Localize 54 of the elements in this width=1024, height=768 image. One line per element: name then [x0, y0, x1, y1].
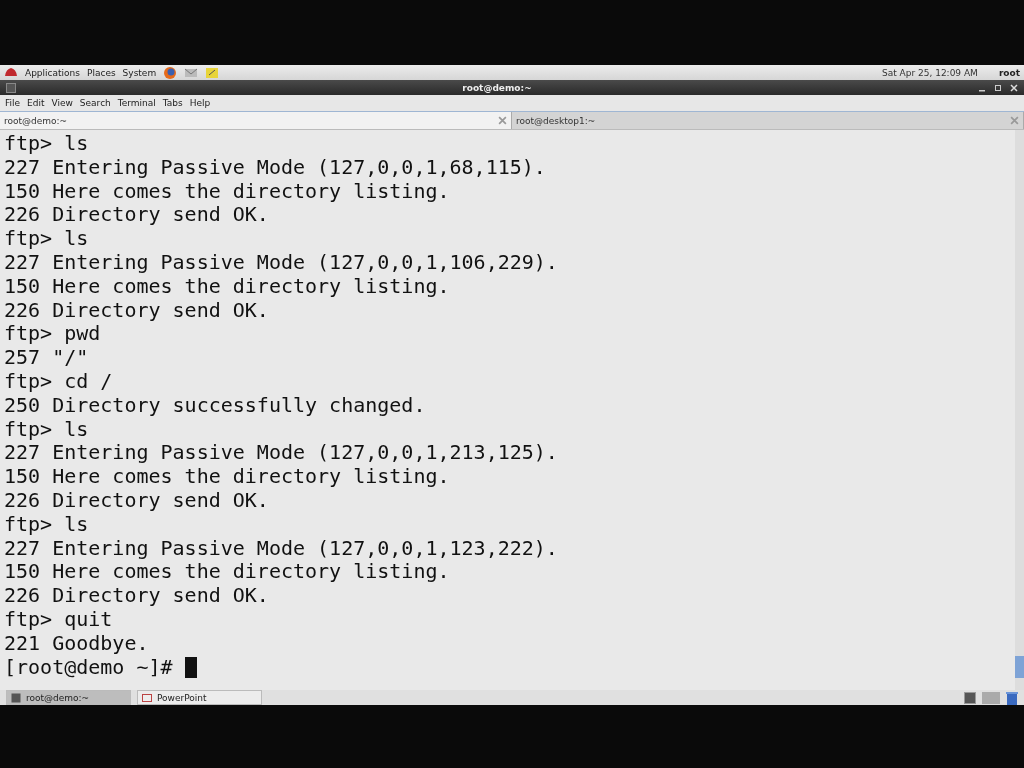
terminal-line: 226 Directory send OK.: [4, 203, 270, 228]
taskbar-item[interactable]: PowerPoint: [137, 690, 262, 705]
terminal-line: ftp> ls: [4, 512, 90, 537]
terminal-line: 227 Entering Passive Mode (127,0,0,1,213,125).: [4, 441, 559, 466]
terminal-tab[interactable]: root@demo:~: [0, 112, 512, 129]
terminal-line: 227 Entering Passive Mode (127,0,0,1,68,115).: [4, 155, 547, 180]
notepad-icon[interactable]: [205, 66, 220, 79]
document-icon: [142, 692, 152, 703]
globe-icon[interactable]: [163, 65, 178, 80]
panel-menu[interactable]: Places: [87, 67, 116, 78]
terminal-line: 150 Here comes the directory listing.: [4, 274, 451, 299]
terminal-icon[interactable]: [964, 691, 976, 704]
terminal-line: 150 Here comes the directory listing.: [4, 560, 451, 585]
menu-item[interactable]: Search: [79, 98, 111, 108]
trash-icon[interactable]: [1006, 690, 1018, 705]
taskbar-item[interactable]: root@demo:~: [6, 690, 131, 705]
terminal-line: 257 "/": [4, 346, 90, 370]
terminal-line: 227 Entering Passive Mode (127,0,0,1,123,222).: [4, 536, 559, 561]
menu-item[interactable]: Help: [189, 98, 211, 108]
menu-item[interactable]: Terminal: [117, 98, 156, 108]
panel-menu[interactable]: System: [122, 67, 157, 78]
terminal-line: 250 Directory successfully changed.: [4, 393, 427, 418]
window-title: root@demo:~: [461, 82, 533, 93]
menu-item[interactable]: File: [5, 98, 21, 108]
menu-item[interactable]: Tabs: [162, 98, 183, 108]
clock[interactable]: Sat Apr 25, 12:09 AM: [881, 67, 978, 78]
terminal-line: 150 Here comes the directory listing.: [4, 465, 451, 489]
terminal-line: ftp> ls: [4, 417, 90, 442]
terminal-line: 226 Directory send OK.: [4, 584, 270, 608]
user-name[interactable]: root: [998, 67, 1020, 78]
scroll-bar[interactable]: [1015, 130, 1024, 690]
terminal-line: ftp> pwd: [4, 322, 102, 347]
terminal-line: ftp> quit: [4, 607, 114, 632]
terminal-line: 227 Entering Passive Mode (127,0,0,1,106,229).: [4, 251, 559, 275]
terminal-icon: [11, 692, 21, 703]
maximize-icon[interactable]: [994, 83, 1002, 92]
terminal-tab[interactable]: root@desktop1:~: [512, 112, 1024, 129]
terminal-line: ftp> cd /: [4, 369, 114, 394]
terminal-icon: [6, 82, 16, 93]
terminal-line: 221 Goodbye.: [4, 631, 150, 656]
terminal-line: 226 Directory send OK.: [4, 298, 270, 323]
cursor: [184, 656, 197, 678]
terminal-line: 226 Directory send OK.: [4, 488, 270, 513]
workspace-switcher[interactable]: [982, 691, 1000, 704]
hat-icon[interactable]: [4, 66, 18, 79]
scroll-thumb[interactable]: [1015, 656, 1024, 678]
panel-menu[interactable]: Applications: [25, 67, 80, 78]
menu-item[interactable]: Edit: [27, 98, 45, 108]
shell-prompt: [root@demo ~]#: [4, 655, 173, 680]
terminal-line: 150 Here comes the directory listing.: [4, 179, 451, 204]
terminal-line: ftp> ls: [4, 227, 90, 251]
mail-icon[interactable]: [184, 66, 199, 79]
menu-item[interactable]: View: [51, 98, 73, 108]
terminal-line: ftp> ls: [4, 132, 90, 156]
